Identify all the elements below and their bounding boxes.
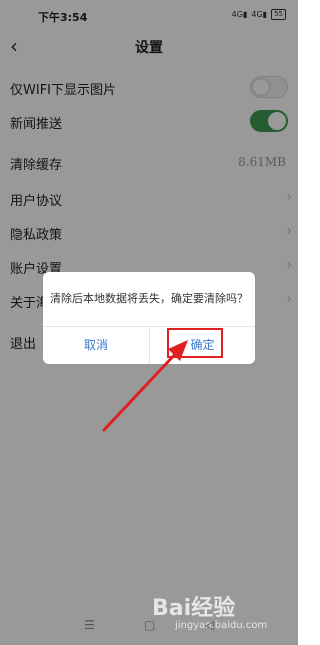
menu-icon[interactable]: ☰ xyxy=(84,618,95,632)
annotation-highlight-box xyxy=(167,328,223,358)
home-icon[interactable]: ▢ xyxy=(144,618,155,632)
system-nav-bar: ☰ ▢ ◁ xyxy=(0,612,298,640)
dialog-message: 清除后本地数据将丢失，确定要清除吗？ xyxy=(50,292,248,305)
cancel-button[interactable]: 取消 xyxy=(43,327,149,364)
back-icon[interactable]: ◁ xyxy=(205,618,214,632)
clear-cache-dialog: 清除后本地数据将丢失，确定要清除吗？ 取消 确定 xyxy=(43,272,255,364)
